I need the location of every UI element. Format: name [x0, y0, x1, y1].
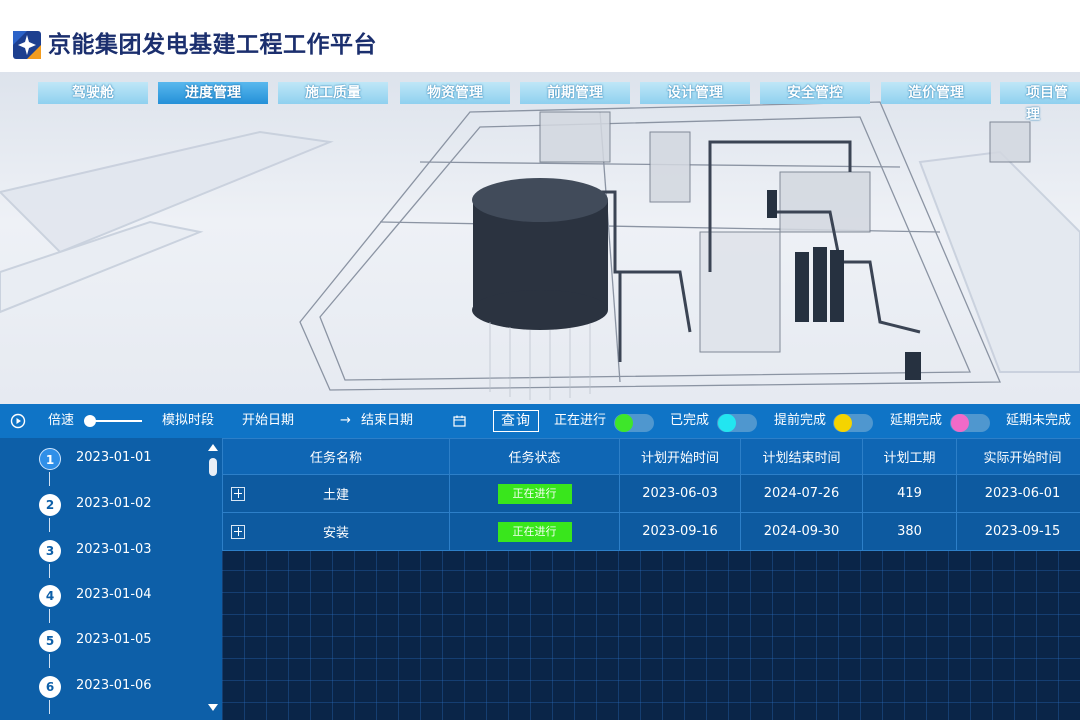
tab-safety-control[interactable]: 安全管控: [760, 82, 870, 104]
task-status-cell: 正在进行: [449, 512, 620, 551]
plant-model-drawing: [0, 101, 1080, 400]
tab-cost-management[interactable]: 造价管理: [881, 82, 991, 104]
column-header-task-name: 任务名称: [222, 438, 450, 475]
table-header-row: 任务名称 任务状态 计划开始时间 计划结束时间 计划工期 实际开始时间: [222, 438, 1080, 475]
column-header-plan-end: 计划结束时间: [740, 438, 863, 475]
play-icon[interactable]: [10, 413, 26, 429]
app-title: 京能集团发电基建工程工作平台: [48, 32, 377, 58]
timeline-date: 2023-01-02: [76, 496, 152, 511]
tab-progress-management[interactable]: 进度管理: [158, 82, 268, 104]
legend-toggle-completed[interactable]: [717, 414, 757, 432]
timeline-index: 5: [39, 630, 61, 652]
3d-plant-model-view[interactable]: [0, 72, 1080, 404]
timeline-connector: [49, 609, 50, 623]
timeline-scrollbar[interactable]: [208, 442, 218, 718]
tab-preliminary-management[interactable]: 前期管理: [520, 82, 630, 104]
table-row[interactable]: 土建 正在进行 2023-06-03 2024-07-26 419 2023-0…: [222, 474, 1080, 513]
timeline-item[interactable]: 4 2023-01-04: [0, 579, 200, 625]
timeline-date: 2023-01-03: [76, 542, 152, 557]
task-name: 安装: [322, 526, 349, 541]
plan-duration-cell: 380: [862, 512, 957, 551]
legend-toggle-in-progress[interactable]: [614, 414, 654, 432]
calendar-icon[interactable]: [453, 415, 466, 427]
timeline-item[interactable]: 1 2023-01-01: [0, 442, 200, 488]
legend-toggle-delayed-completed[interactable]: [950, 414, 990, 432]
tab-project-management[interactable]: 项目管理: [1000, 82, 1080, 123]
legend-toggle-early-completed[interactable]: [833, 414, 873, 432]
timeline-date: 2023-01-06: [76, 678, 152, 693]
column-header-plan-duration: 计划工期: [862, 438, 957, 475]
tab-cockpit[interactable]: 驾驶舱: [38, 82, 148, 104]
header: 京能集团发电基建工程工作平台: [0, 0, 1080, 72]
timeline-index: 4: [39, 585, 61, 607]
timeline-date: 2023-01-01: [76, 450, 152, 465]
speed-slider[interactable]: [84, 404, 142, 438]
speed-label: 倍速: [48, 413, 75, 428]
plan-start-cell: 2023-06-03: [619, 474, 741, 513]
timeline-connector: [49, 518, 50, 532]
simulate-period-label: 模拟时段: [162, 413, 215, 428]
task-name: 土建: [322, 488, 349, 503]
simulation-control-bar: 倍速 模拟时段 开始日期 → 结束日期 查询 正在进行 已完成 提前完成 延期完…: [0, 404, 1080, 438]
timeline-date: 2023-01-05: [76, 632, 152, 647]
actual-start-cell: 2023-09-15: [956, 512, 1080, 551]
column-header-task-status: 任务状态: [449, 438, 620, 475]
legend-label-early-completed: 提前完成: [774, 413, 827, 428]
start-date-field[interactable]: 开始日期: [242, 404, 294, 438]
scroll-down-icon[interactable]: [208, 704, 218, 711]
timeline-item[interactable]: 6 2023-01-06: [0, 670, 200, 716]
plan-end-cell: 2024-09-30: [740, 512, 863, 551]
task-table-panel: 任务名称 任务状态 计划开始时间 计划结束时间 计划工期 实际开始时间 土建 正…: [222, 438, 1080, 720]
timeline-index: 6: [39, 676, 61, 698]
tab-material-management[interactable]: 物资管理: [400, 82, 510, 104]
query-button[interactable]: 查询: [493, 410, 539, 432]
timeline-item[interactable]: 3 2023-01-03: [0, 534, 200, 580]
task-name-cell: 土建: [222, 474, 450, 513]
timeline-item[interactable]: 2 2023-01-02: [0, 488, 200, 534]
scroll-up-icon[interactable]: [208, 444, 218, 451]
timeline-index: 1: [39, 448, 61, 470]
scrollbar-thumb[interactable]: [209, 458, 217, 476]
column-header-actual-start: 实际开始时间: [956, 438, 1080, 475]
timeline-date: 2023-01-04: [76, 587, 152, 602]
timeline-index: 3: [39, 540, 61, 562]
actual-start-cell: 2023-06-01: [956, 474, 1080, 513]
tab-design-management[interactable]: 设计管理: [640, 82, 750, 104]
timeline-connector: [49, 472, 50, 486]
timeline-connector: [49, 654, 50, 668]
end-date-field[interactable]: 结束日期: [361, 404, 413, 438]
expand-icon[interactable]: [231, 525, 245, 539]
legend-label-delayed-unfinished: 延期未完成: [1006, 413, 1072, 428]
column-header-plan-start: 计划开始时间: [619, 438, 741, 475]
plan-end-cell: 2024-07-26: [740, 474, 863, 513]
date-timeline: 1 2023-01-01 2 2023-01-02 3 2023-01-03 4…: [0, 438, 222, 720]
task-name-cell: 安装: [222, 512, 450, 551]
expand-icon[interactable]: [231, 487, 245, 501]
status-badge: 正在进行: [497, 483, 572, 504]
status-badge: 正在进行: [497, 521, 572, 542]
date-range-arrow-icon: →: [340, 413, 351, 428]
timeline-connector: [49, 564, 50, 578]
main-nav: 驾驶舱 进度管理 施工质量 物资管理 前期管理 设计管理 安全管控 造价管理 项…: [0, 82, 1080, 123]
timeline-index: 2: [39, 494, 61, 516]
slider-handle[interactable]: [84, 415, 96, 427]
legend-label-delayed-completed: 延期完成: [890, 413, 943, 428]
legend-label-in-progress: 正在进行: [554, 413, 607, 428]
task-table: 任务名称 任务状态 计划开始时间 计划结束时间 计划工期 实际开始时间 土建 正…: [222, 438, 1080, 551]
company-logo-icon: [13, 31, 41, 59]
tab-construction-quality[interactable]: 施工质量: [278, 82, 388, 104]
plan-start-cell: 2023-09-16: [619, 512, 741, 551]
timeline-item[interactable]: 5 2023-01-05: [0, 624, 200, 670]
task-status-cell: 正在进行: [449, 474, 620, 513]
plan-duration-cell: 419: [862, 474, 957, 513]
timeline-connector: [49, 700, 50, 714]
legend-label-completed: 已完成: [670, 413, 710, 428]
table-row[interactable]: 安装 正在进行 2023-09-16 2024-09-30 380 2023-0…: [222, 512, 1080, 551]
